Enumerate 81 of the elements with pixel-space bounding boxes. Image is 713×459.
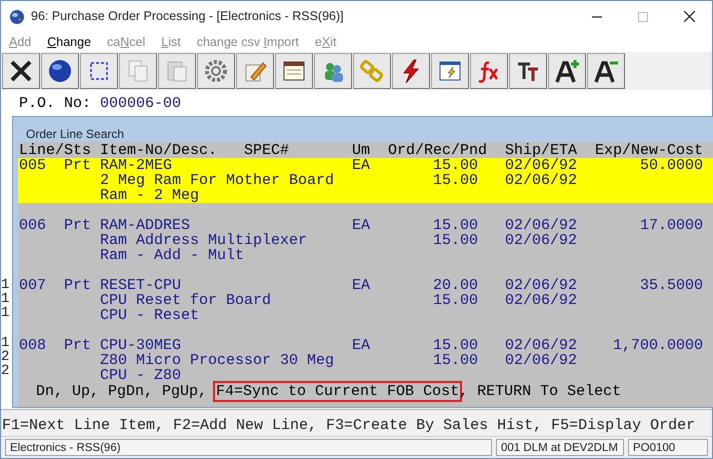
status-cell-text: Prt — [64, 278, 92, 293]
cost-cell-text: 50.0000 — [640, 158, 704, 173]
eta-date-cell: 02/06/92 — [505, 232, 578, 248]
eta-date-cell: 02/06/92 — [505, 172, 578, 188]
dialog-title: Order Line Search — [25, 126, 126, 142]
background-text: 1 — [1, 292, 10, 306]
spec-cell-text: CPU - Z80 — [100, 368, 182, 383]
unit-cell-text: EA — [352, 218, 372, 233]
cost-cell-text: 1,700.0000 — [612, 338, 704, 353]
status-panel: PO0100 — [628, 439, 708, 456]
status-cell-text: Prt — [64, 218, 92, 233]
column-header: Ship/ETA — [505, 142, 578, 158]
item-number-cell-text: RAM-2MEG — [100, 158, 174, 173]
toolbar-button[interactable] — [587, 52, 625, 89]
spec-cell-text: CPU - Reset — [100, 308, 200, 323]
toolbar-button[interactable] — [2, 52, 40, 89]
status-cell-text: Prt — [64, 158, 92, 173]
ordered-qty-cell-text: 15.00 — [432, 338, 478, 353]
toolbar-button[interactable] — [275, 52, 313, 89]
spec-cell-text: Ram - Add - Mult — [100, 248, 244, 263]
app-globe-icon — [9, 8, 25, 24]
ship-date-cell: 02/06/92 — [505, 278, 578, 293]
column-header: SPEC# — [244, 142, 290, 158]
ship-date-cell: 02/06/92 — [505, 218, 578, 233]
toolbar-button[interactable] — [509, 52, 547, 89]
key-hint: Dn, Up, PgDn, PgUp, — [36, 384, 208, 399]
status-panel: Electronics - RSS(96) — [5, 439, 492, 456]
column-header: Item-No/Desc. — [100, 142, 218, 158]
received-qty-cell-text: 15.00 — [432, 352, 478, 368]
description-cell-text: CPU Reset for Board — [100, 292, 272, 308]
column-header: Ord/Rec/Pnd — [388, 142, 488, 158]
toolbar-button[interactable] — [431, 52, 469, 89]
column-header: Um — [352, 142, 372, 158]
eta-date-cell: 02/06/92 — [505, 292, 578, 308]
ship-date-cell: 02/06/92 — [505, 338, 578, 353]
toolbar-button[interactable] — [41, 52, 79, 89]
toolbar-button[interactable] — [80, 52, 118, 89]
received-qty-cell-text: 15.00 — [432, 292, 478, 308]
toolbar-button[interactable] — [392, 52, 430, 89]
function-key-hint: F1=Next Line Item, F2=Add New Line, F3=Create By Sales Hist, F5=Display Order — [2, 417, 696, 434]
eta-date-cell: 02/06/92 — [505, 352, 578, 368]
close-icon — [684, 11, 694, 22]
selected-row-highlight[interactable]: 005 Prt RAM-2MEG EA 15.00 02/06/92 50.0000 2 Meg Ram For Mother Board 15.00 02/06/92 Ram - 2 Meg — [18, 158, 713, 203]
background-text: 1 — [1, 336, 10, 350]
line-number-cell-text: 005 — [19, 158, 48, 173]
po-number-label: P.O. No: — [19, 94, 92, 112]
menu-item[interactable]: Change — [47, 32, 92, 52]
ship-date-cell: 02/06/92 — [505, 158, 578, 173]
unit-cell-text: EA — [352, 278, 372, 293]
item-number-cell-text: CPU-30MEG — [100, 338, 182, 353]
line-number-cell-text: 007 — [19, 278, 48, 293]
spec-cell-text: Ram - 2 Meg — [100, 188, 200, 203]
ordered-qty-cell-text: 15.00 — [432, 218, 478, 233]
unit-cell-text: EA — [352, 158, 372, 173]
background-text: 1 — [1, 306, 10, 320]
description-cell-text: Ram Address Multiplexer — [100, 232, 308, 248]
line-number-cell-text: 008 — [19, 338, 48, 353]
received-qty-cell-text: 15.00 — [432, 172, 478, 188]
line-number-cell-text: 006 — [19, 218, 48, 233]
received-qty-cell-text: 15.00 — [432, 232, 478, 248]
ordered-qty-cell-text: 20.00 — [432, 278, 478, 293]
status-cell-text: Prt — [64, 338, 92, 353]
background-text: 2 — [1, 364, 10, 378]
cost-cell-text: 17.0000 — [639, 218, 704, 233]
unit-cell-text: EA — [352, 338, 372, 353]
background-text: 1 — [1, 278, 10, 292]
toolbar-button[interactable] — [548, 52, 586, 89]
column-header: Exp/New-Cost — [594, 142, 704, 158]
item-number-cell-text: RAM-ADDRES — [100, 218, 190, 233]
highlighted-key-hint: F4=Sync to Current FOB Cost — [216, 384, 460, 399]
column-header: Line/Sts — [19, 142, 92, 158]
description-cell-text: Z80 Micro Processor 30 Meg — [100, 352, 336, 368]
window-title: 96: Purchase Order Processing - [Electronics - RSS(96)] — [31, 8, 345, 26]
cost-cell-text: 35.5000 — [639, 278, 704, 293]
description-cell-text: 2 Meg Ram For Mother Board — [100, 172, 336, 188]
maximize-icon — [638, 12, 648, 22]
po-number-value: 000006-00 — [100, 94, 182, 112]
ordered-qty-cell-text: 15.00 — [432, 158, 478, 173]
status-panel: 001 DLM at DEV2DLM — [496, 439, 624, 456]
item-number-cell-text: RESET-CPU — [100, 278, 182, 293]
background-text: 2 — [1, 350, 10, 364]
